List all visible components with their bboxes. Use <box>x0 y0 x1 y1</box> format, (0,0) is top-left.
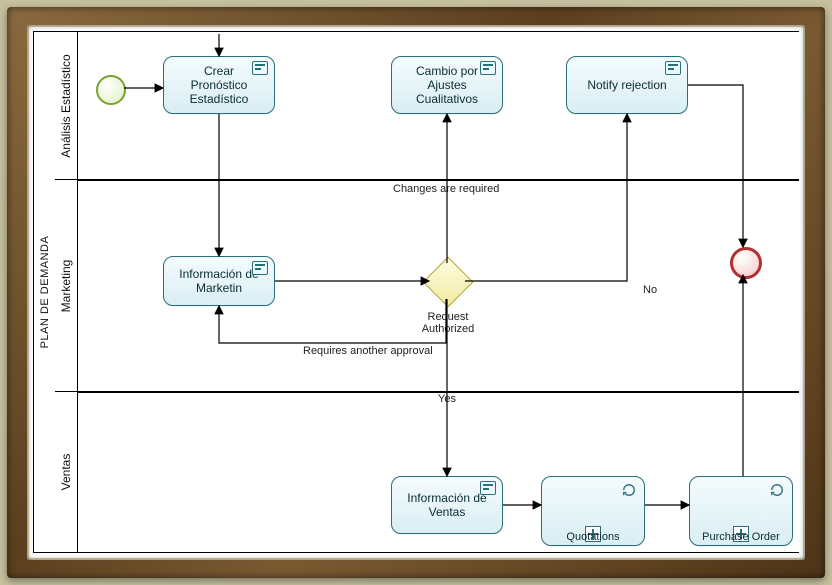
task-purchase-order: Purchase Order <box>689 476 793 546</box>
task-notify-rejection: Notify rejection <box>566 56 688 114</box>
task-label: Notify rejection <box>587 78 666 92</box>
frame-mat: PLAN DE DEMANDA Análisis Estadístico Mar… <box>27 25 805 560</box>
pool-title: PLAN DE DEMANDA <box>39 236 51 349</box>
edge-label-no: No <box>643 284 657 296</box>
task-label: Quotations <box>542 531 644 543</box>
edge-label-yes: Yes <box>438 393 456 405</box>
task-crear-pronostico: Crear Pronóstico Estadístico <box>163 56 275 114</box>
bpmn-canvas: PLAN DE DEMANDA Análisis Estadístico Mar… <box>33 31 799 554</box>
lane-label: Marketing <box>59 260 73 313</box>
loop-icon <box>622 483 636 497</box>
loop-icon <box>770 483 784 497</box>
start-event <box>96 75 126 105</box>
gateway-label: Request Authorized <box>413 311 483 335</box>
end-event <box>730 247 762 279</box>
task-label: Información de Ventas <box>407 491 486 519</box>
lane-header-marketing: Marketing <box>55 179 78 393</box>
task-marker-icon <box>665 61 681 75</box>
task-info-marketing: Información de Marketin <box>163 256 275 306</box>
lane-label: Análisis Estadístico <box>59 54 73 157</box>
lane-header-ventas: Ventas <box>55 391 78 553</box>
task-marker-icon <box>480 481 496 495</box>
task-label: Crear Pronóstico Estadístico <box>190 64 249 106</box>
lane-label: Ventas <box>59 454 73 491</box>
task-cambio-ajustes: Cambio por Ajustes Cualitativos <box>391 56 503 114</box>
edge-label-changes: Changes are required <box>393 183 499 195</box>
task-label: Purchase Order <box>690 531 792 543</box>
task-label: Información de Marketin <box>179 267 258 295</box>
task-marker-icon <box>480 61 496 75</box>
task-info-ventas: Información de Ventas <box>391 476 503 534</box>
picture-frame: PLAN DE DEMANDA Análisis Estadístico Mar… <box>7 7 825 578</box>
lane-header-analysis: Análisis Estadístico <box>55 31 78 181</box>
edge-label-requires: Requires another approval <box>303 345 433 357</box>
task-marker-icon <box>252 61 268 75</box>
task-marker-icon <box>252 261 268 275</box>
task-label: Cambio por Ajustes Cualitativos <box>416 64 478 106</box>
task-quotations: Quotations <box>541 476 645 546</box>
pool-header: PLAN DE DEMANDA <box>33 31 57 553</box>
